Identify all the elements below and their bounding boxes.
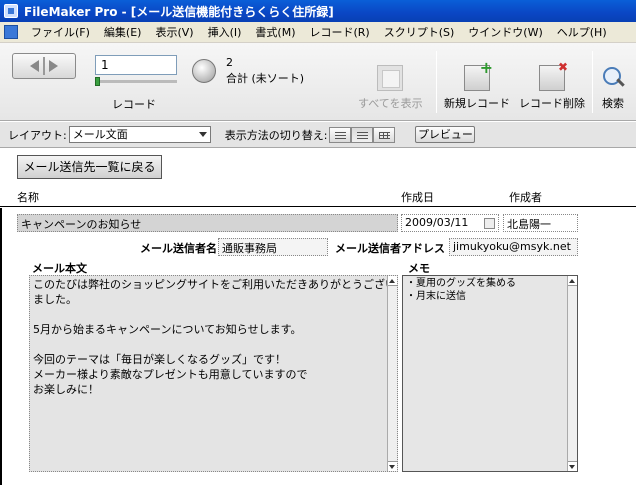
menu-view[interactable]: 表示(V) xyxy=(148,24,200,40)
new-record-label: 新規レコード xyxy=(444,97,510,110)
view-as-list-icon[interactable] xyxy=(351,126,374,143)
sender-address-field[interactable]: jimukyoku@msyk.net xyxy=(449,238,578,256)
subject-field[interactable]: キャンペーンのお知らせ xyxy=(17,214,398,232)
body-part: キャンペーンのお知らせ 2009/03/11 北島陽一 メール送信者名 通販事務… xyxy=(0,208,636,485)
total-record-count: 2 xyxy=(226,56,233,69)
column-header-date: 作成日 xyxy=(401,191,434,204)
record-navigation-book[interactable] xyxy=(12,53,76,79)
show-all-label: すべてを表示 xyxy=(358,97,423,110)
column-header-author: 作成者 xyxy=(509,191,542,204)
mail-body-line xyxy=(33,307,394,322)
delete-record-label: レコード削除 xyxy=(519,97,585,110)
dropdown-arrow-icon xyxy=(198,132,207,137)
view-as-form-icon[interactable] xyxy=(329,126,352,143)
total-sort-status: 合計 (未ソート) xyxy=(226,72,305,85)
menu-file[interactable]: ファイル(F) xyxy=(24,24,97,40)
menu-records[interactable]: レコード(R) xyxy=(302,24,376,40)
view-as-table-icon[interactable] xyxy=(373,126,396,143)
magnifier-icon xyxy=(600,65,626,91)
new-record-button[interactable]: 新規レコード xyxy=(444,58,510,111)
layout-selected-value: メール文面 xyxy=(72,128,128,141)
filemaker-app-icon xyxy=(4,4,18,18)
found-set-pie-icon xyxy=(192,59,216,83)
menu-insert[interactable]: 挿入(I) xyxy=(201,24,249,40)
header-part: メール送信先一覧に戻る 名称 作成日 作成者 xyxy=(0,149,636,207)
date-field[interactable]: 2009/03/11 xyxy=(401,214,499,232)
sender-address-label: メール送信者アドレス xyxy=(335,242,445,255)
delete-record-icon xyxy=(539,60,568,91)
date-value: 2009/03/11 xyxy=(405,216,469,229)
scroll-up-arrow-icon[interactable] xyxy=(388,276,397,286)
view-as-buttons xyxy=(329,126,396,143)
menu-format[interactable]: 書式(M) xyxy=(248,24,302,40)
mail-body-line: 5月から始まるキャンペーンについてお知らせします。 xyxy=(33,323,302,336)
mail-body-field[interactable]: このたびは弊社のショッピングサイトをご利用いただきありがとうござい ました。 5… xyxy=(29,275,398,472)
back-to-list-button[interactable]: メール送信先一覧に戻る xyxy=(17,155,162,179)
title-bar: FileMaker Pro - [メール送信機能付きらくらく住所録] xyxy=(0,0,636,22)
find-button[interactable]: 検索 xyxy=(600,65,626,111)
menu-edit[interactable]: 編集(E) xyxy=(97,24,149,40)
toolbar-divider xyxy=(592,51,593,113)
record-number-input[interactable]: 1 xyxy=(95,55,177,75)
memo-line: ・夏用のグッズを集める xyxy=(406,278,516,289)
menu-scripts[interactable]: スクリプト(S) xyxy=(377,24,462,40)
window-title: FileMaker Pro - [メール送信機能付きらくらく住所録] xyxy=(24,4,334,19)
author-field[interactable]: 北島陽一 xyxy=(503,214,578,232)
next-record-icon[interactable] xyxy=(49,60,58,72)
scroll-down-arrow-icon[interactable] xyxy=(568,461,577,471)
menu-help[interactable]: ヘルプ(H) xyxy=(550,24,614,40)
mail-body-scrollbar[interactable] xyxy=(387,276,397,471)
mail-body-line: このたびは弊社のショッピングサイトをご利用いただきありがとうござい xyxy=(33,278,396,291)
calendar-icon[interactable] xyxy=(484,218,495,229)
preview-button[interactable]: プレビュー xyxy=(415,126,476,143)
sender-name-field[interactable]: 通販事務局 xyxy=(218,238,328,256)
memo-field[interactable]: ・夏用のグッズを集める ・月末に送信 xyxy=(402,275,578,472)
mail-body-line: お楽しみに！ xyxy=(33,383,99,396)
mail-body-label: メール本文 xyxy=(32,262,87,275)
show-all-icon xyxy=(377,65,404,91)
menu-window[interactable]: ウインドウ(W) xyxy=(461,24,549,40)
memo-label: メモ xyxy=(408,262,430,275)
memo-line: ・月末に送信 xyxy=(406,291,466,302)
delete-record-button[interactable]: レコード削除 xyxy=(519,60,585,111)
sender-name-label: メール送信者名 xyxy=(140,242,217,255)
find-label: 検索 xyxy=(602,97,624,110)
mail-body-line xyxy=(33,337,394,352)
mail-body-line: メーカー様より素敵なプレゼントも用意していますので xyxy=(33,368,308,381)
mail-body-line: ました。 xyxy=(33,293,77,306)
show-all-button[interactable]: すべてを表示 xyxy=(358,65,423,111)
previous-record-icon[interactable] xyxy=(30,60,39,72)
scroll-up-arrow-icon[interactable] xyxy=(568,276,577,286)
toolbar-divider xyxy=(436,51,437,113)
scroll-down-arrow-icon[interactable] xyxy=(388,461,397,471)
menu-bar: ファイル(F) 編集(E) 表示(V) 挿入(I) 書式(M) レコード(R) … xyxy=(0,22,636,43)
mail-body-line: 今回のテーマは「毎日が楽しくなるグッズ」です！ xyxy=(33,353,286,366)
record-label: レコード xyxy=(112,98,156,111)
layout-bar: レイアウト: メール文面 表示方法の切り替え: プレビュー xyxy=(0,122,636,148)
layout-dropdown[interactable]: メール文面 xyxy=(68,126,211,143)
layout-content: メール送信先一覧に戻る 名称 作成日 作成者 キャンペーンのお知らせ 2009/… xyxy=(0,149,636,485)
layout-label: レイアウト: xyxy=(8,128,67,142)
new-record-icon xyxy=(464,58,493,91)
view-as-label: 表示方法の切り替え: xyxy=(224,128,328,142)
book-spine-icon xyxy=(43,57,45,75)
status-toolbar: 1 レコード 2 合計 (未ソート) すべてを表示 新規レコード レコード削除 … xyxy=(0,43,636,121)
record-slider[interactable] xyxy=(95,77,177,86)
document-menu-icon[interactable] xyxy=(4,25,18,39)
memo-scrollbar[interactable] xyxy=(567,276,577,471)
record-slider-knob[interactable] xyxy=(95,77,100,86)
column-header-name: 名称 xyxy=(17,191,39,204)
